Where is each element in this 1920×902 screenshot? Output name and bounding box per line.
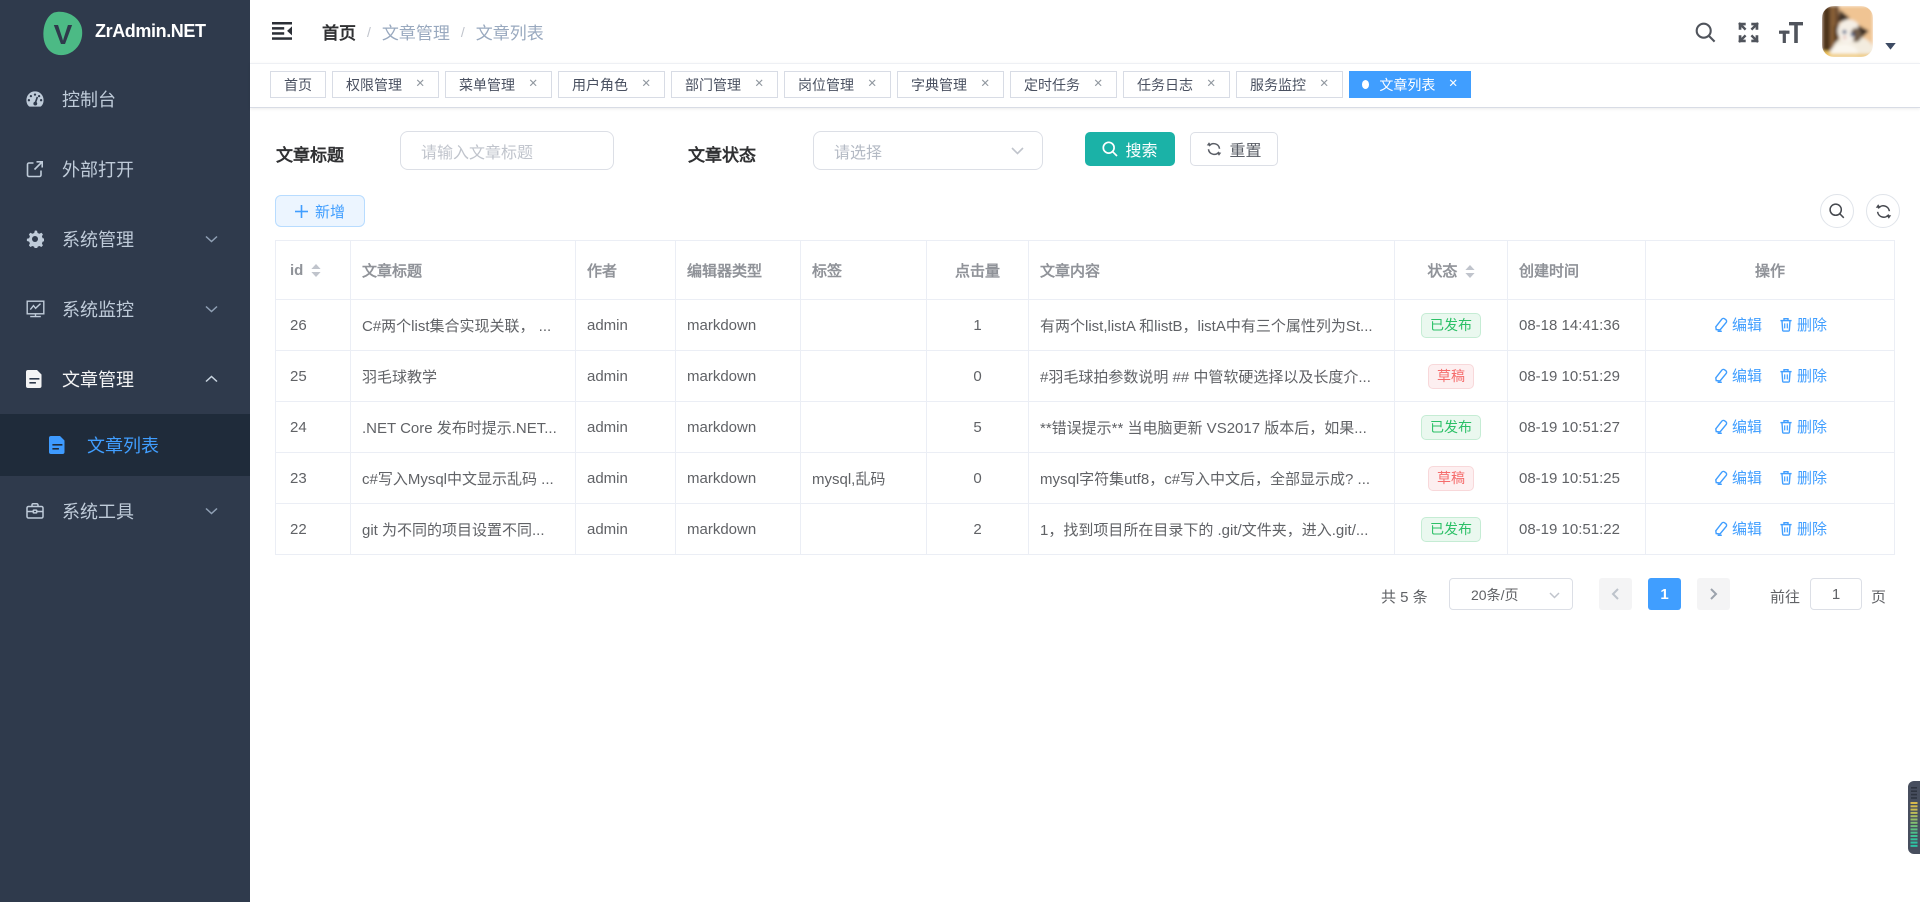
svg-text:V: V (54, 19, 73, 50)
